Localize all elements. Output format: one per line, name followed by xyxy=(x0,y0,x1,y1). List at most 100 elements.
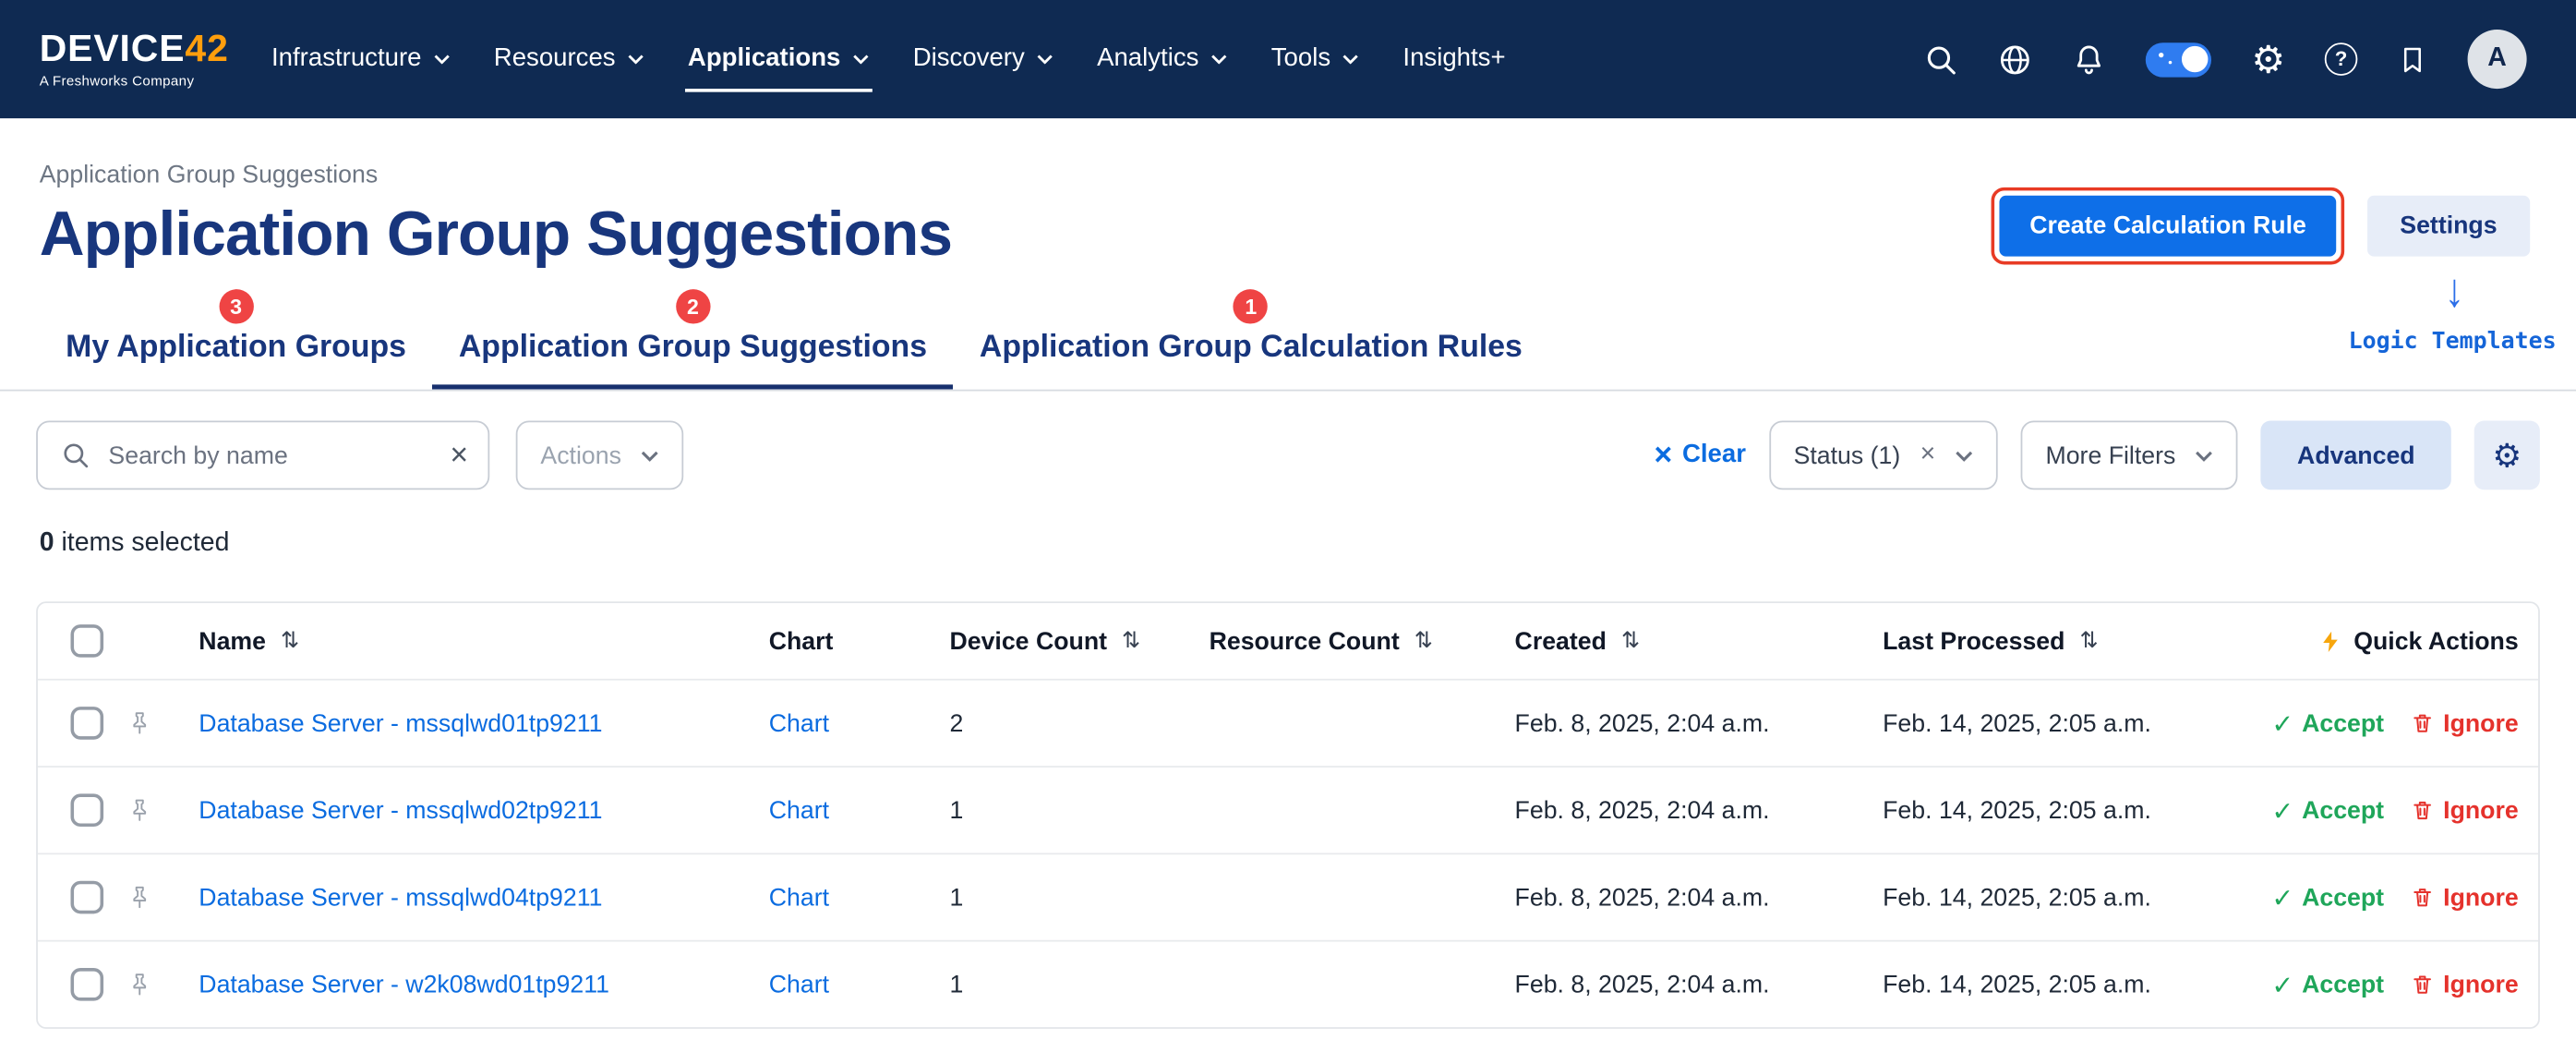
nav-item-label: Insights+ xyxy=(1402,44,1505,74)
logic-templates-link[interactable]: Logic Templates xyxy=(2349,329,2557,355)
search-button[interactable] xyxy=(1924,42,1958,76)
accept-button[interactable]: ✓Accept xyxy=(2271,882,2384,913)
annotation-badge-2: 2 xyxy=(676,289,710,323)
row-checkbox[interactable] xyxy=(71,968,104,1001)
toggle-knob xyxy=(2182,46,2208,72)
selection-count: 0 xyxy=(40,529,54,557)
chevron-down-icon xyxy=(1036,54,1053,65)
avatar[interactable]: A xyxy=(2468,30,2527,89)
logo-brand: DEVICE xyxy=(40,26,186,68)
nav-item-label: Analytics xyxy=(1097,44,1198,74)
column-header-last-processed[interactable]: Last Processed⇅ xyxy=(1850,627,2274,655)
row-checkbox[interactable] xyxy=(71,793,104,827)
pin-icon[interactable] xyxy=(126,797,152,823)
suggestion-name-link[interactable]: Database Server - mssqlwd02tp9211 xyxy=(199,796,602,824)
actions-dropdown[interactable]: Actions xyxy=(516,421,684,490)
accept-button[interactable]: ✓Accept xyxy=(2271,794,2384,826)
column-label: Quick Actions xyxy=(2353,627,2518,655)
nav-item-insights-plus[interactable]: Insights+ xyxy=(1402,44,1505,74)
nav-item-applications[interactable]: Applications xyxy=(688,44,869,74)
tab-application-group-calculation-rules[interactable]: 1 Application Group Calculation Rules xyxy=(953,329,1548,390)
ignore-button[interactable]: Ignore xyxy=(2411,971,2519,998)
nav-item-discovery[interactable]: Discovery xyxy=(913,44,1053,74)
chart-link[interactable]: Chart xyxy=(769,709,829,737)
table-header-row: Name⇅ Chart Device Count⇅ Resource Count… xyxy=(38,603,2538,679)
chart-link[interactable]: Chart xyxy=(769,796,829,824)
column-header-device-count[interactable]: Device Count⇅ xyxy=(917,627,1176,655)
column-header-name[interactable]: Name⇅ xyxy=(166,627,736,655)
tab-my-application-groups[interactable]: 3 My Application Groups xyxy=(40,329,433,390)
chart-link[interactable]: Chart xyxy=(769,971,829,998)
status-filter-chip[interactable]: Status (1) × xyxy=(1769,421,1998,490)
gear-icon: ⚙ xyxy=(2251,41,2285,79)
ignore-label: Ignore xyxy=(2443,796,2519,824)
nav-item-resources[interactable]: Resources xyxy=(494,44,644,74)
suggestion-name-link[interactable]: Database Server - mssqlwd01tp9211 xyxy=(199,709,602,737)
logo-text: DEVICE42 xyxy=(40,30,229,67)
breadcrumb[interactable]: Application Group Suggestions xyxy=(40,161,2576,188)
toolbar-filters: × Clear Status (1) × More Filters Advanc… xyxy=(1655,421,2540,490)
trash-icon xyxy=(2411,884,2436,910)
chevron-down-icon xyxy=(2196,450,2214,461)
column-header-created[interactable]: Created⇅ xyxy=(1482,627,1850,655)
lightning-bolt-icon xyxy=(2317,627,2342,655)
device-count-value: 1 xyxy=(917,796,1176,824)
column-label: Resource Count xyxy=(1210,627,1400,655)
accept-button[interactable]: ✓Accept xyxy=(2271,707,2384,739)
tab-label: Application Group Calculation Rules xyxy=(980,331,1523,365)
nav-item-analytics[interactable]: Analytics xyxy=(1097,44,1227,74)
table-settings-button[interactable]: ⚙ xyxy=(2474,421,2540,490)
help-button[interactable]: ? xyxy=(2325,42,2358,76)
ignore-button[interactable]: Ignore xyxy=(2411,796,2519,824)
notifications-button[interactable] xyxy=(2072,42,2106,76)
column-label: Chart xyxy=(769,627,834,655)
ignore-button[interactable]: Ignore xyxy=(2411,709,2519,737)
ignore-label: Ignore xyxy=(2443,709,2519,737)
dark-mode-toggle[interactable] xyxy=(2146,42,2211,76)
remove-status-filter-icon[interactable]: × xyxy=(1920,442,1936,468)
table-row: Database Server - mssqlwd01tp9211 Chart … xyxy=(38,679,2538,766)
pin-icon[interactable] xyxy=(126,972,152,998)
created-value: Feb. 8, 2025, 2:04 a.m. xyxy=(1482,709,1850,737)
bookmark-button[interactable] xyxy=(2397,42,2428,76)
nav-items: Infrastructure Resources Applications Di… xyxy=(271,44,1506,74)
nav-item-infrastructure[interactable]: Infrastructure xyxy=(271,44,450,74)
close-icon: × xyxy=(1655,440,1673,471)
pin-icon[interactable] xyxy=(126,884,152,910)
ignore-label: Ignore xyxy=(2443,883,2519,911)
bell-icon xyxy=(2072,42,2106,76)
ignore-button[interactable]: Ignore xyxy=(2411,883,2519,911)
chevron-down-icon xyxy=(852,54,869,65)
search-input[interactable] xyxy=(105,440,435,471)
tab-application-group-suggestions[interactable]: 2 Application Group Suggestions xyxy=(432,329,953,390)
more-filters-dropdown[interactable]: More Filters xyxy=(2021,421,2238,490)
suggestion-name-link[interactable]: Database Server - mssqlwd04tp9211 xyxy=(199,883,602,911)
pin-icon[interactable] xyxy=(126,710,152,736)
actions-dropdown-label: Actions xyxy=(540,441,621,469)
search-box: × xyxy=(36,421,489,490)
chart-link[interactable]: Chart xyxy=(769,883,829,911)
row-checkbox[interactable] xyxy=(71,881,104,914)
trash-icon xyxy=(2411,972,2436,998)
clear-filters-button[interactable]: × Clear xyxy=(1655,440,1746,471)
create-calculation-rule-button[interactable]: Create Calculation Rule xyxy=(2000,196,2336,257)
chevron-down-icon xyxy=(641,450,659,461)
nav-item-label: Applications xyxy=(688,44,841,74)
device-count-value: 2 xyxy=(917,709,1176,737)
settings-gear-button[interactable]: ⚙ xyxy=(2251,41,2285,79)
column-label: Last Processed xyxy=(1883,627,2064,655)
created-value: Feb. 8, 2025, 2:04 a.m. xyxy=(1482,883,1850,911)
accept-button[interactable]: ✓Accept xyxy=(2271,969,2384,1000)
device42-logo[interactable]: DEVICE42 A Freshworks Company xyxy=(40,30,229,89)
globe-button[interactable] xyxy=(1998,42,2032,76)
select-all-checkbox[interactable] xyxy=(71,624,104,658)
search-clear-icon[interactable]: × xyxy=(450,440,468,471)
column-header-resource-count[interactable]: Resource Count⇅ xyxy=(1176,627,1482,655)
settings-button[interactable]: Settings xyxy=(2367,196,2530,257)
suggestion-name-link[interactable]: Database Server - w2k08wd01tp9211 xyxy=(199,971,609,998)
search-icon xyxy=(61,441,90,470)
advanced-button[interactable]: Advanced xyxy=(2261,421,2451,490)
nav-item-tools[interactable]: Tools xyxy=(1271,44,1359,74)
row-checkbox[interactable] xyxy=(71,707,104,740)
annotation-badge-1: 1 xyxy=(1234,289,1268,323)
